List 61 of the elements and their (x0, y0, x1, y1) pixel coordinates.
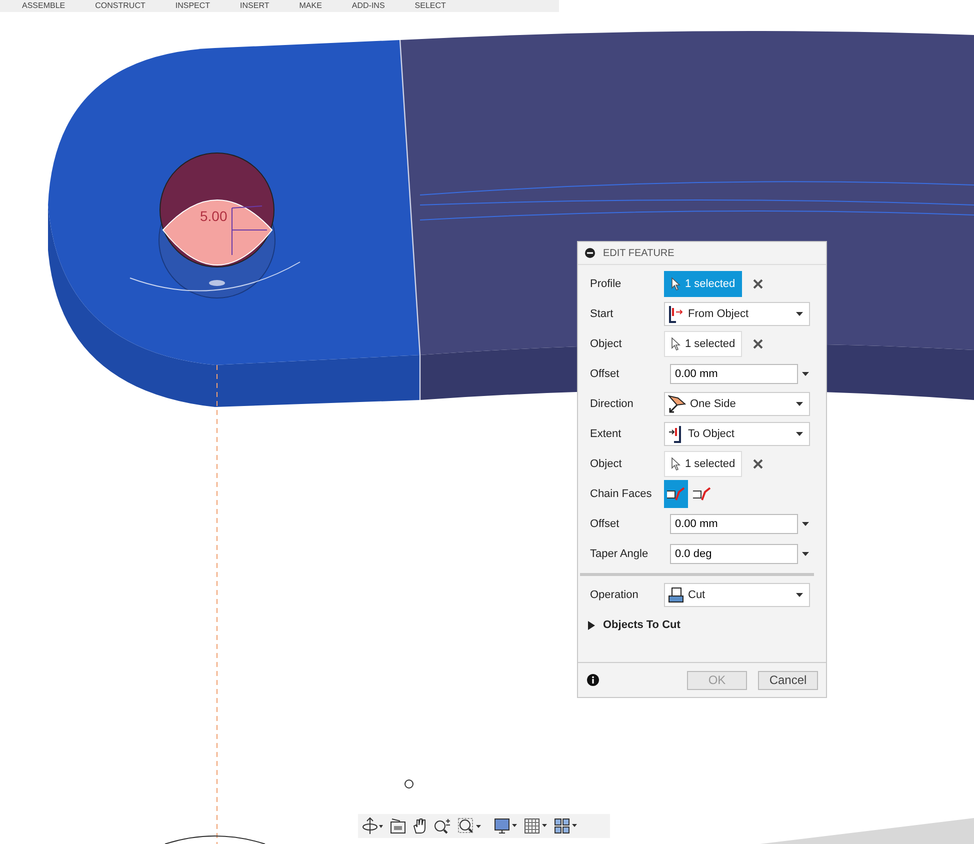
dropdown[interactable]: One Side (664, 392, 810, 416)
field-label: Chain Faces (590, 488, 653, 500)
extent-icon (668, 425, 684, 443)
toolbar-tab[interactable]: CONSTRUCT (95, 1, 146, 11)
dropdown[interactable]: From Object (664, 302, 810, 326)
tangent-edge-icon (692, 486, 712, 502)
field-label: Offset (590, 518, 620, 530)
input-field[interactable]: 0.00 mm (670, 514, 798, 534)
input-field[interactable]: 0.0 deg (670, 544, 798, 564)
zoom-window-icon[interactable] (458, 818, 482, 834)
field-label: Taper Angle (590, 548, 650, 560)
toolbar-tab[interactable]: ADD-INS (352, 1, 385, 11)
clear-icon[interactable] (753, 459, 764, 469)
viewports-icon[interactable] (554, 818, 578, 834)
orbit-icon[interactable] (362, 817, 384, 835)
dropdown[interactable]: To Object (664, 422, 810, 446)
cancel-button[interactable]: Cancel (758, 670, 818, 690)
caret-icon (796, 312, 803, 316)
caret-icon[interactable] (802, 372, 809, 376)
direction-icon (668, 395, 686, 413)
selection-button[interactable]: 1 selected (664, 331, 742, 357)
field-label: Profile (590, 278, 622, 290)
cursor-icon (671, 277, 681, 291)
field-label: Object (590, 458, 623, 470)
zoom-icon[interactable] (434, 818, 452, 834)
cursor-icon (671, 337, 681, 351)
dropdown[interactable]: Cut (664, 583, 810, 607)
hand-icon[interactable] (412, 818, 428, 834)
section-header[interactable]: Objects To Cut (603, 619, 680, 631)
chain-faces-icon (666, 486, 686, 502)
field-label: Object (590, 338, 623, 350)
collapse-icon[interactable] (585, 248, 595, 258)
toolbar-tab[interactable]: INSERT (240, 1, 270, 11)
field-label: Start (590, 308, 614, 320)
caret-icon[interactable] (802, 522, 809, 526)
cursor-icon (671, 457, 681, 471)
chain-faces-button[interactable] (664, 480, 688, 508)
selection-button[interactable]: 1 selected (664, 451, 742, 477)
clear-icon[interactable] (753, 339, 764, 349)
start-icon (668, 305, 684, 323)
info-icon[interactable] (587, 674, 599, 686)
display-icon[interactable] (494, 818, 518, 834)
look-at-icon[interactable] (390, 818, 406, 834)
cut-icon (668, 586, 684, 604)
field-label: Operation (590, 589, 640, 601)
toolbar-tab[interactable]: INSPECT (175, 1, 210, 11)
toolbar-tab[interactable]: MAKE (299, 1, 322, 11)
grid-icon[interactable] (524, 818, 548, 834)
toolbar-tab[interactable]: SELECT (414, 1, 446, 11)
caret-icon (796, 593, 803, 597)
caret-icon[interactable] (802, 552, 809, 556)
clear-icon[interactable] (753, 279, 764, 289)
field-label: Offset (590, 368, 620, 380)
input-field[interactable]: 0.00 mm (670, 364, 798, 384)
caret-icon (796, 432, 803, 436)
field-label: Extent (590, 428, 622, 440)
caret-icon (796, 402, 803, 406)
field-label: Direction (590, 398, 634, 410)
toolbar-tab[interactable]: ASSEMBLE (22, 1, 66, 11)
panel-title: EDIT FEATURE (603, 248, 674, 258)
expand-icon[interactable] (588, 620, 595, 630)
